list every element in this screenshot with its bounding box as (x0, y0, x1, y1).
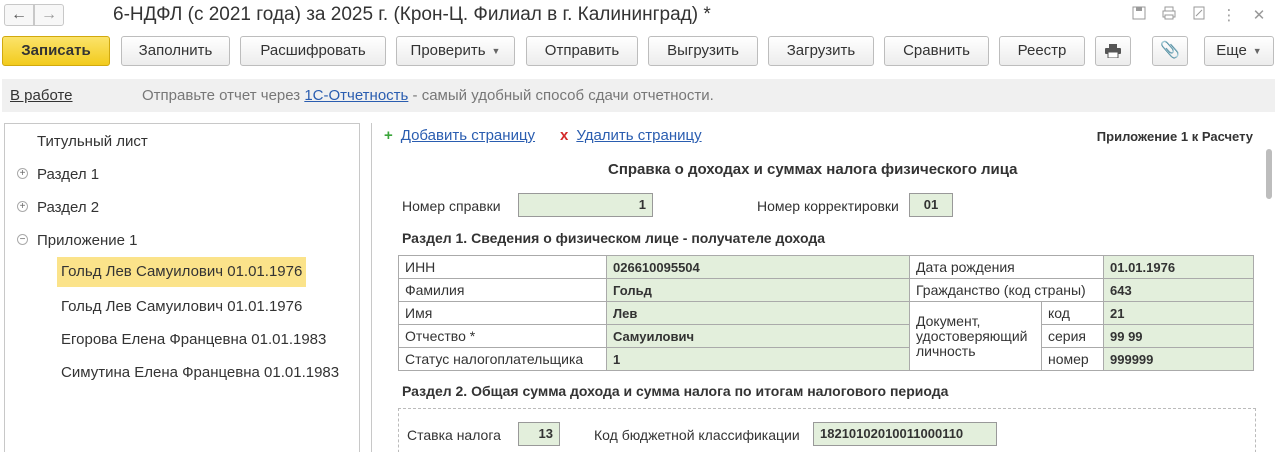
birth-label: Дата рождения (909, 255, 1104, 279)
tree-item-appendix1[interactable]: Приложение 1 (37, 232, 138, 249)
cert-number-field[interactable]: 1 (518, 193, 653, 217)
info-bar: В работе Отправьте отчет через 1С-Отчетн… (2, 79, 1275, 112)
name-label: Имя (398, 301, 607, 325)
close-icon[interactable]: ✕ (1249, 6, 1269, 24)
delete-page-button[interactable]: x Удалить страницу (560, 127, 702, 144)
birth-field[interactable]: 01.01.1976 (1103, 255, 1254, 279)
export-button[interactable]: Выгрузить (648, 36, 758, 66)
doc-code-field[interactable]: 21 (1103, 301, 1254, 325)
info-text: Отправьте отчет через 1С-Отчетность - са… (142, 87, 714, 104)
surname-label: Фамилия (398, 278, 607, 302)
document-label: Документ, удостоверяющий личность (909, 301, 1042, 371)
tree-item-section2[interactable]: Раздел 2 (37, 199, 99, 216)
patronymic-label: Отчество * (398, 324, 607, 348)
back-arrow-icon[interactable]: ← (4, 4, 34, 26)
kbk-field[interactable]: 18210102010011000110 (813, 422, 997, 446)
citizenship-field[interactable]: 643 (1103, 278, 1254, 302)
attach-button[interactable]: 📎 (1152, 36, 1188, 66)
collapse-icon[interactable]: − (17, 234, 28, 245)
import-button[interactable]: Загрузить (768, 36, 874, 66)
expand-icon[interactable]: + (17, 168, 28, 179)
window-title: 6-НДФЛ (с 2021 года) за 2025 г. (Крон-Ц.… (113, 4, 711, 25)
check-button[interactable]: Проверить ▼ (396, 36, 515, 66)
doc-series-field[interactable]: 99 99 (1103, 324, 1254, 348)
window-icons: ⋮ ✕ (1129, 6, 1269, 24)
more-button-label: Еще (1216, 42, 1247, 59)
appendix-label: Приложение 1 к Расчету (1096, 129, 1253, 144)
forward-arrow-icon[interactable]: → (34, 4, 64, 26)
more-button[interactable]: Еще ▼ (1204, 36, 1274, 66)
info-text-before: Отправьте отчет через (142, 87, 305, 104)
doc-code-label: код (1041, 301, 1104, 325)
kbk-label: Код бюджетной классификации (594, 427, 800, 443)
decode-button[interactable]: Расшифровать (240, 36, 386, 66)
tree-item-person[interactable]: Гольд Лев Самуилович 01.01.1976 (57, 257, 307, 287)
section2-block: Ставка налога 13 Код бюджетной классифик… (398, 408, 1256, 452)
tree-item-person[interactable]: Гольд Лев Самуилович 01.01.1976 (61, 298, 302, 315)
citizenship-label: Гражданство (код страны) (909, 278, 1104, 302)
title-bar: ← → 6-НДФЛ (с 2021 года) за 2025 г. (Кро… (0, 0, 1277, 32)
tax-rate-label: Ставка налога (407, 427, 501, 443)
name-field[interactable]: Лев (606, 301, 910, 325)
correction-field[interactable]: 01 (909, 193, 953, 217)
more-icon[interactable]: ⋮ (1219, 6, 1239, 24)
doc-number-label: номер (1041, 347, 1104, 371)
registry-button[interactable]: Реестр (999, 36, 1085, 66)
tree-item-person[interactable]: Егорова Елена Францевна 01.01.1983 (61, 331, 326, 348)
tax-rate-field[interactable]: 13 (518, 422, 560, 446)
doc-series-label: серия (1041, 324, 1104, 348)
send-button[interactable]: Отправить (526, 36, 638, 66)
check-button-label: Проверить (410, 42, 486, 59)
save-icon[interactable] (1129, 6, 1149, 24)
reporting-link[interactable]: 1С-Отчетность (304, 87, 408, 104)
cert-number-label: Номер справки (402, 198, 501, 214)
info-text-after: - самый удобный способ сдачи отчетности. (408, 87, 714, 104)
chevron-down-icon: ▼ (1252, 46, 1262, 57)
delete-icon: x (560, 127, 569, 144)
taxpayer-status-field[interactable]: 1 (606, 347, 910, 371)
form-panel: + Добавить страницу x Удалить страницу При… (371, 123, 1275, 452)
add-page-label: Добавить страницу (400, 127, 536, 144)
taxpayer-status-label: Статус налогоплательщика (398, 347, 607, 371)
tree-item-section1[interactable]: Раздел 1 (37, 166, 99, 183)
patronymic-field[interactable]: Самуилович (606, 324, 910, 348)
tree-item-title-page[interactable]: Титульный лист (37, 133, 148, 150)
doc-number-field[interactable]: 999999 (1103, 347, 1254, 371)
delete-page-label: Удалить страницу (576, 127, 702, 144)
tree-item-person[interactable]: Симутина Елена Францевна 01.01.1983 (61, 364, 339, 381)
section2-title: Раздел 2. Общая сумма дохода и сумма нал… (402, 383, 949, 399)
section1-title: Раздел 1. Сведения о физическом лице - п… (402, 230, 826, 246)
form-title: Справка о доходах и суммах налога физиче… (608, 161, 1018, 178)
printer-icon (1105, 44, 1121, 59)
compare-button[interactable]: Сравнить (884, 36, 989, 66)
inn-field[interactable]: 026610095504 (606, 255, 910, 279)
plus-icon: + (384, 127, 393, 144)
add-page-button[interactable]: + Добавить страницу (384, 127, 535, 144)
toolbar: Записать Заполнить Расшифровать Проверит… (0, 34, 1277, 68)
surname-field[interactable]: Гольд (606, 278, 910, 302)
print-button[interactable] (1095, 36, 1131, 66)
scrollbar[interactable] (1265, 145, 1273, 445)
print-icon[interactable] (1159, 6, 1179, 24)
correction-label: Номер корректировки (757, 198, 899, 214)
save-button[interactable]: Записать (2, 36, 110, 66)
paperclip-icon: 📎 (1160, 42, 1180, 59)
inn-label: ИНН (398, 255, 607, 279)
expand-icon[interactable]: + (17, 201, 28, 212)
chevron-down-icon: ▼ (491, 46, 501, 57)
scroll-thumb[interactable] (1266, 149, 1272, 199)
sections-tree: Титульный лист + Раздел 1 + Раздел 2 − П… (4, 123, 360, 452)
fill-button[interactable]: Заполнить (121, 36, 230, 66)
link-icon[interactable] (1189, 6, 1209, 24)
status-link[interactable]: В работе (10, 87, 73, 104)
person-table: ИНН 026610095504 Дата рождения 01.01.197… (398, 255, 1254, 371)
